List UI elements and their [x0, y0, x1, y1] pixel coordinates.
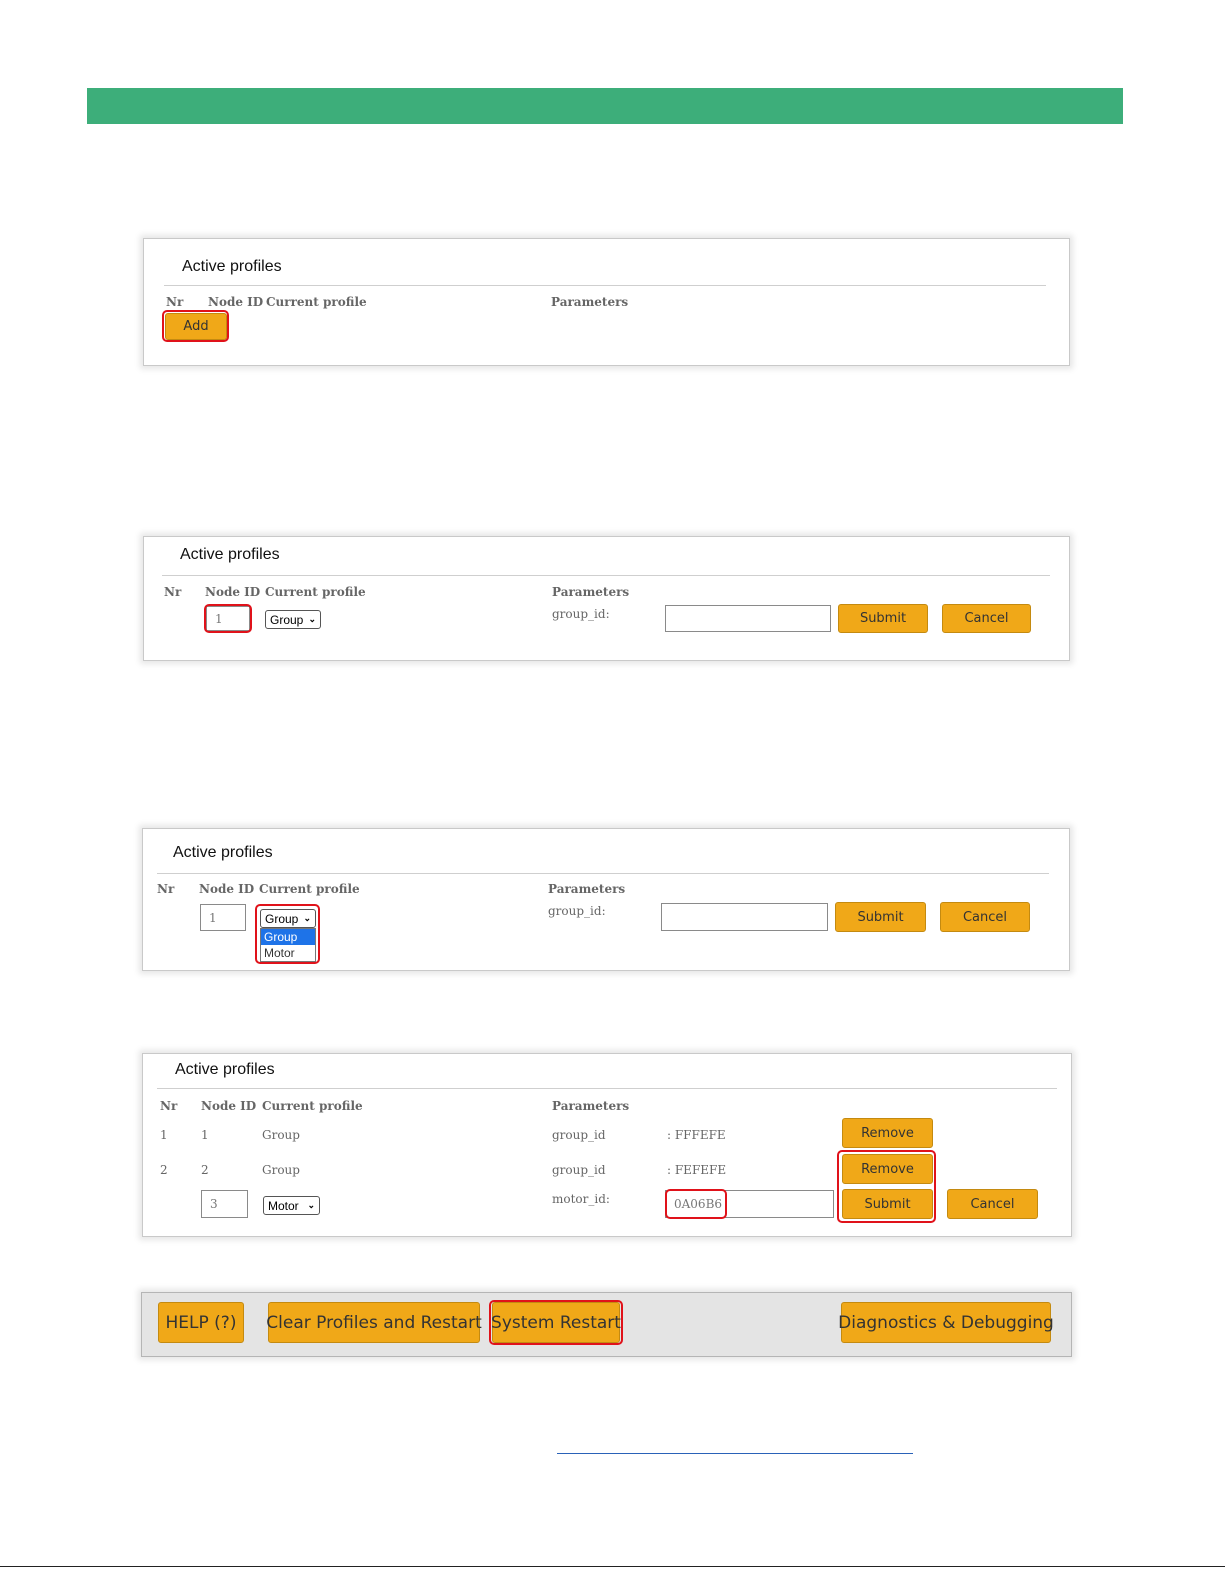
- divider: [162, 575, 1050, 576]
- panel-title: Active profiles: [175, 1061, 275, 1078]
- param-label: group_id:: [552, 607, 610, 621]
- node-id-input[interactable]: 1: [200, 904, 246, 931]
- group-id-input[interactable]: [665, 605, 831, 632]
- highlight-remove-submit: [837, 1150, 936, 1223]
- page-bottom-rule: [0, 1566, 1225, 1567]
- col-header-current-profile: Current profile: [265, 585, 366, 599]
- col-header-node-id: Node ID: [205, 585, 261, 599]
- remove-button-1[interactable]: Remove: [842, 1118, 933, 1148]
- col-header-parameters: Parameters: [548, 882, 626, 896]
- help-button[interactable]: HELP (?): [158, 1302, 244, 1343]
- panel-title: Active profiles: [173, 844, 273, 861]
- col-header-node-id: Node ID: [208, 295, 264, 309]
- col-header-nr: Nr: [160, 1099, 178, 1113]
- diagnostics-debugging-button[interactable]: Diagnostics & Debugging: [838, 1302, 1054, 1343]
- active-profiles-panel-3: Active profiles Nr Node ID Current profi…: [142, 828, 1070, 971]
- chevron-down-icon: ⌄: [308, 614, 316, 624]
- highlight-add: [162, 310, 229, 342]
- row-2-node-id: 2: [201, 1163, 209, 1177]
- submit-button[interactable]: Submit: [838, 604, 928, 633]
- row-1-nr: 1: [160, 1128, 168, 1142]
- header-bar: [87, 88, 1123, 124]
- col-header-node-id: Node ID: [199, 882, 255, 896]
- cancel-button[interactable]: Cancel: [940, 902, 1030, 932]
- row-2-nr: 2: [160, 1163, 168, 1177]
- chevron-down-icon: ⌄: [307, 1200, 315, 1210]
- row-1-param: group_id: [552, 1128, 606, 1142]
- row-1-profile: Group: [262, 1128, 300, 1142]
- col-header-current-profile: Current profile: [259, 882, 360, 896]
- clear-profiles-restart-button[interactable]: Clear Profiles and Restart: [266, 1302, 482, 1343]
- highlight-system-restart: [489, 1300, 623, 1345]
- col-header-current-profile: Current profile: [266, 295, 367, 309]
- row-2-value: : FEFEFE: [667, 1163, 727, 1177]
- col-header-nr: Nr: [166, 295, 184, 309]
- param-label: motor_id:: [552, 1192, 610, 1206]
- col-header-node-id: Node ID: [201, 1099, 257, 1113]
- active-profiles-panel-1: Active profiles Nr Node ID Current profi…: [143, 238, 1070, 366]
- link-underline[interactable]: [557, 1453, 913, 1454]
- divider: [157, 1088, 1057, 1089]
- node-id-input[interactable]: 3: [201, 1190, 248, 1218]
- param-label: group_id:: [548, 904, 606, 918]
- profile-select[interactable]: Motor ⌄: [263, 1196, 320, 1215]
- cancel-button[interactable]: Cancel: [947, 1189, 1038, 1219]
- highlight-profile-dropdown: [255, 904, 320, 964]
- col-header-current-profile: Current profile: [262, 1099, 363, 1113]
- profile-select-value: Motor: [268, 1198, 299, 1213]
- active-profiles-panel-4: Active profiles Nr Node ID Current profi…: [142, 1053, 1072, 1237]
- col-header-parameters: Parameters: [552, 585, 630, 599]
- footer-button-bar: HELP (?) Clear Profiles and Restart Syst…: [141, 1292, 1072, 1357]
- panel-title: Active profiles: [180, 546, 280, 563]
- divider: [164, 285, 1046, 286]
- row-2-profile: Group: [262, 1163, 300, 1177]
- col-header-parameters: Parameters: [552, 1099, 630, 1113]
- cancel-button[interactable]: Cancel: [942, 604, 1031, 633]
- col-header-parameters: Parameters: [551, 295, 629, 309]
- col-header-nr: Nr: [157, 882, 175, 896]
- col-header-nr: Nr: [164, 585, 182, 599]
- highlight-node-id: [204, 604, 252, 633]
- profile-select-value: Group: [270, 612, 304, 627]
- divider: [157, 873, 1049, 874]
- row-1-value: : FFFEFE: [667, 1128, 726, 1142]
- submit-button[interactable]: Submit: [835, 902, 926, 932]
- row-1-node-id: 1: [201, 1128, 209, 1142]
- active-profiles-panel-2: Active profiles Nr Node ID Current profi…: [143, 536, 1070, 661]
- row-2-param: group_id: [552, 1163, 606, 1177]
- highlight-motor-id: [665, 1189, 727, 1219]
- profile-select[interactable]: Group ⌄: [265, 610, 321, 629]
- group-id-input[interactable]: [661, 903, 828, 931]
- panel-title: Active profiles: [182, 258, 282, 275]
